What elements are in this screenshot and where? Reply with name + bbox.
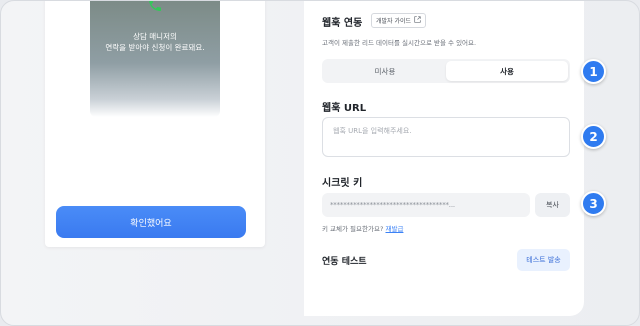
toggle-option-enabled[interactable]: 사용 [446,61,568,81]
url-label: 웹훅 URL [322,103,367,114]
webhook-settings-panel: 웹훅 연동 개발자 가이드 고객이 제출한 리드 데이터를 실시간으로 받을 수… [304,1,584,316]
test-send-button[interactable]: 테스트 발송 [517,249,570,271]
test-label: 연동 테스트 [322,257,367,267]
copy-button[interactable]: 복사 [535,193,570,217]
reissue-link[interactable]: 재발급 [385,225,403,233]
dev-guide-link[interactable]: 개발자 가이드 [371,13,427,28]
reissue-hint: 키 교체가 필요한가요? 재발급 [322,223,403,233]
phone-screen-preview: 상담 매니저의 연락을 받아야 신청이 완료돼요. [90,1,220,117]
callout-badge-2: 2 [581,124,606,149]
confirm-button[interactable]: 확인했어요 [56,206,246,238]
webhook-description: 고객이 제출한 리드 데이터를 실시간으로 받을 수 있어요. [322,39,477,47]
phone-message: 상담 매니저의 연락을 받아야 신청이 완료돼요. [90,31,220,53]
secret-key-field: ************************************... [322,193,530,217]
callout-badge-3: 3 [581,191,606,216]
callout-badge-1: 1 [581,59,606,84]
phone-icon [145,1,165,15]
webhook-url-input[interactable]: 웹훅 URL을 입력해주세요. [322,117,570,157]
webhook-title: 웹훅 연동 [322,18,363,29]
reissue-hint-text: 키 교체가 필요한가요? [322,225,384,233]
toggle-option-disabled[interactable]: 미사용 [324,61,446,81]
phone-message-line1: 상담 매니저의 [133,32,177,41]
secret-key-label: 시크릿 키 [322,178,363,189]
external-link-icon [414,16,421,25]
dev-guide-label: 개발자 가이드 [376,18,412,25]
phone-message-line2: 연락을 받아야 신청이 완료돼요. [105,43,205,52]
webhook-toggle: 미사용 사용 [322,59,570,83]
app-frame: 상담 매니저의 연락을 받아야 신청이 완료돼요. 확인했어요 웹훅 연동 개발… [0,0,640,326]
